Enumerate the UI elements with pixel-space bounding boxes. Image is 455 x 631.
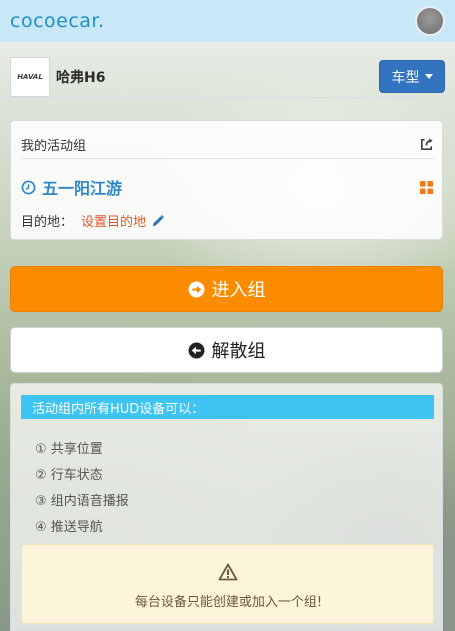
grid-icon[interactable] <box>419 180 434 195</box>
car-selector-row: HAVAL 哈弗H6 车型 <box>10 56 445 98</box>
destination-label: 目的地： <box>21 215 74 230</box>
car-name: 哈弗H6 <box>56 69 106 86</box>
car-type-label: 车型 <box>391 69 420 86</box>
warning-triangle-icon <box>218 563 238 581</box>
car-type-dropdown-button[interactable]: 车型 <box>379 60 445 93</box>
arrow-right-circle-icon <box>188 281 204 297</box>
caret-down-icon <box>424 74 433 79</box>
hud-info-heading: 活动组内所有HUD设备可以： <box>21 395 434 419</box>
dissolve-group-label: 解散组 <box>211 341 266 362</box>
warning-text: 每台设备只能创建或加入一个组! <box>134 595 323 610</box>
list-item: ① 共享位置 <box>35 441 103 457</box>
app-logo[interactable]: cocoecar. <box>10 10 105 32</box>
avatar[interactable] <box>415 6 445 36</box>
enter-group-button[interactable]: 进入组 <box>10 266 443 312</box>
group-title-row: 五一阳江游 <box>21 175 434 199</box>
group-name-text: 五一阳江游 <box>42 179 123 198</box>
top-bar: cocoecar. <box>0 0 455 42</box>
warning-box: 每台设备只能创建或加入一个组! <box>21 544 434 624</box>
activity-group-header: 我的活动组 <box>21 131 434 159</box>
list-item: ② 行车状态 <box>35 467 103 483</box>
clock-icon <box>21 180 36 194</box>
hud-info-panel: 活动组内所有HUD设备可以： ① 共享位置 ② 行车状态 ③ 组内语音播报 ④ … <box>10 383 443 631</box>
activity-group-card: 我的活动组 五一阳江游 目的地： 设置目的地 <box>10 120 443 240</box>
arrow-left-circle-icon <box>188 342 204 358</box>
enter-group-label: 进入组 <box>211 280 266 301</box>
activity-group-section-title: 我的活动组 <box>21 139 87 154</box>
list-item: ④ 推送导航 <box>35 519 103 535</box>
destination-row: 目的地： 设置目的地 <box>21 211 434 230</box>
car-brand-logo: HAVAL <box>10 56 50 97</box>
dissolve-group-button[interactable]: 解散组 <box>10 327 443 373</box>
list-item: ③ 组内语音播报 <box>35 493 129 509</box>
pencil-icon[interactable] <box>151 214 165 228</box>
car-brand-logo-text: HAVAL <box>17 72 43 81</box>
share-external-icon[interactable] <box>419 137 434 152</box>
group-name[interactable]: 五一阳江游 <box>21 175 122 199</box>
set-destination-link[interactable]: 设置目的地 <box>81 211 146 230</box>
app-screen: cocoecar. HAVAL 哈弗H6 车型 我的活动组 五一阳江游 目的地：… <box>0 0 455 631</box>
feature-list: ① 共享位置 ② 行车状态 ③ 组内语音播报 ④ 推送导航 <box>35 434 129 538</box>
